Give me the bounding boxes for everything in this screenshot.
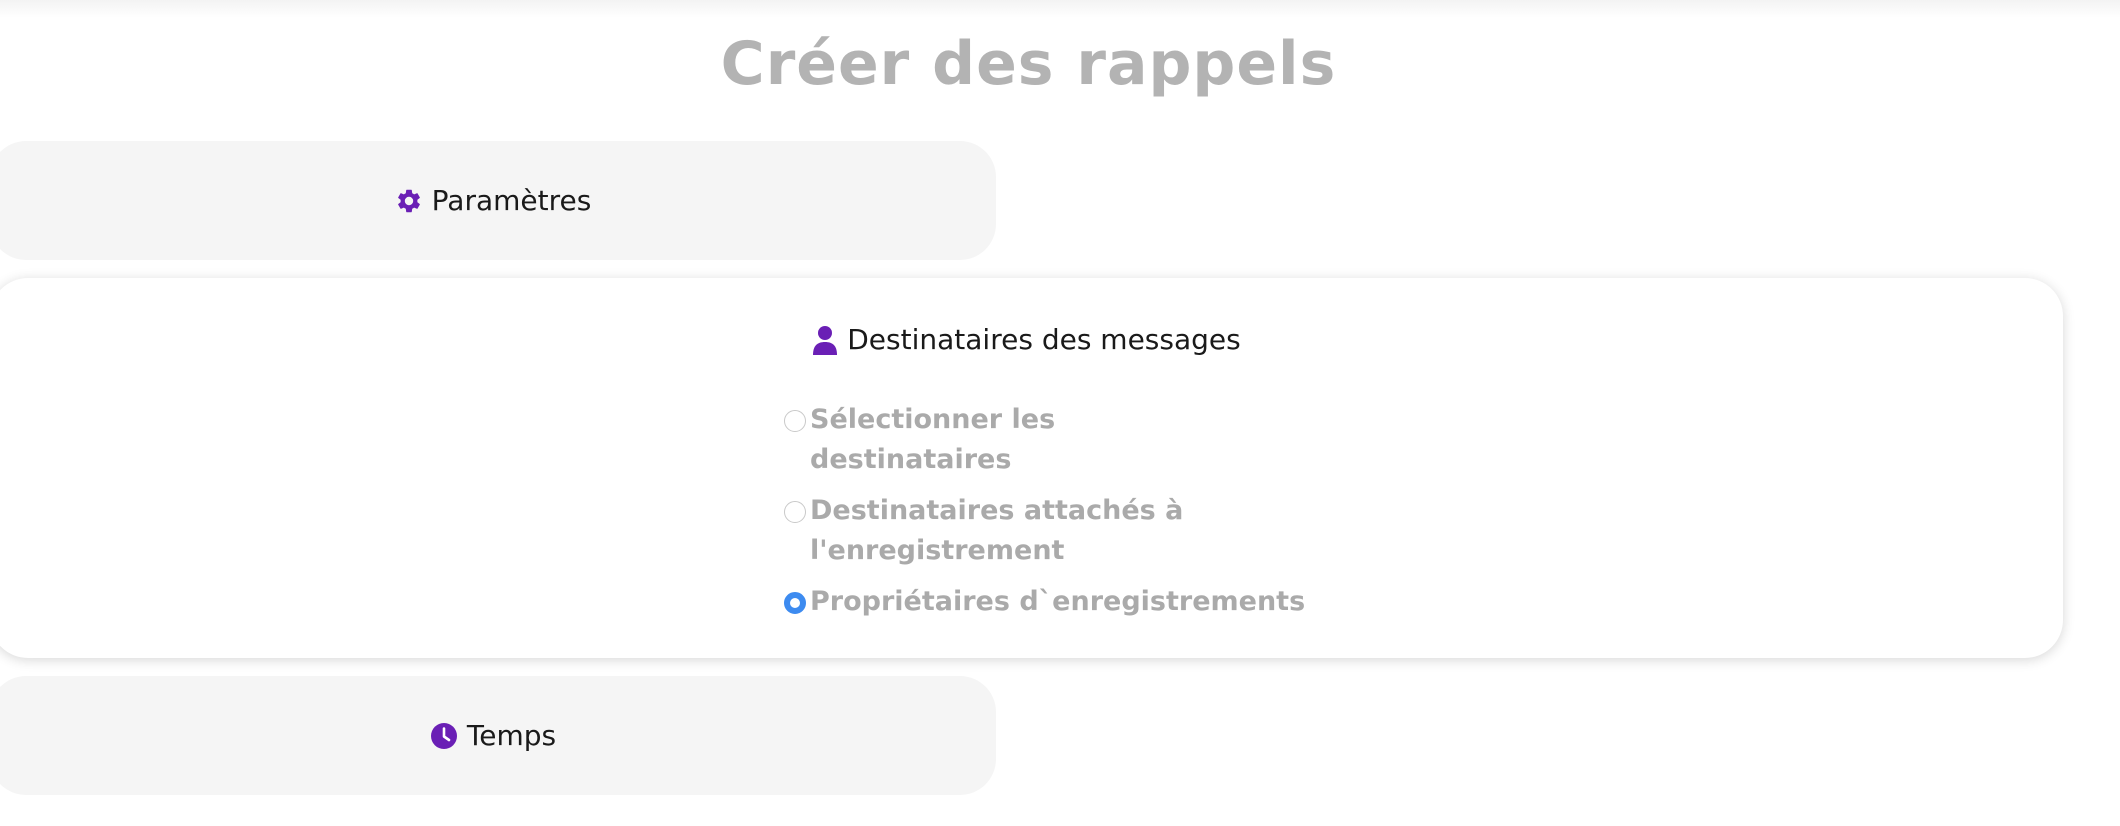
top-shadow — [0, 0, 2120, 18]
radio-option-select-recipients[interactable]: Sélectionner les destinataires — [784, 404, 1344, 480]
temps-section-label: Temps — [466, 719, 557, 752]
recipients-section-header[interactable]: Destinataires des messages — [812, 323, 1241, 356]
page-title: Créer des rappels — [720, 29, 1337, 99]
params-section-toggle[interactable]: Paramètres — [0, 141, 996, 260]
clock-icon — [430, 722, 458, 750]
params-section-label: Paramètres — [431, 184, 592, 217]
temps-section-toggle[interactable]: Temps — [0, 676, 996, 795]
recipients-panel: Destinataires des messages Sélectionner … — [0, 278, 2063, 658]
radio-button[interactable] — [784, 410, 806, 432]
radio-option-record-owners[interactable]: Propriétaires d`enregistrements — [784, 586, 1344, 622]
recipients-section-label: Destinataires des messages — [847, 323, 1241, 356]
radio-label: Sélectionner les destinataires — [810, 404, 1056, 475]
radio-label: Destinataires attachés à l'enregistremen… — [810, 495, 1184, 566]
radio-label: Propriétaires d`enregistrements — [810, 586, 1306, 617]
radio-button-selected[interactable] — [784, 592, 806, 614]
radio-button[interactable] — [784, 501, 806, 523]
recipients-radio-group: Sélectionner les destinataires Destinata… — [784, 404, 1344, 639]
gear-icon — [395, 187, 423, 215]
user-icon — [812, 325, 838, 355]
radio-option-attached-recipients[interactable]: Destinataires attachés à l'enregistremen… — [784, 495, 1344, 571]
